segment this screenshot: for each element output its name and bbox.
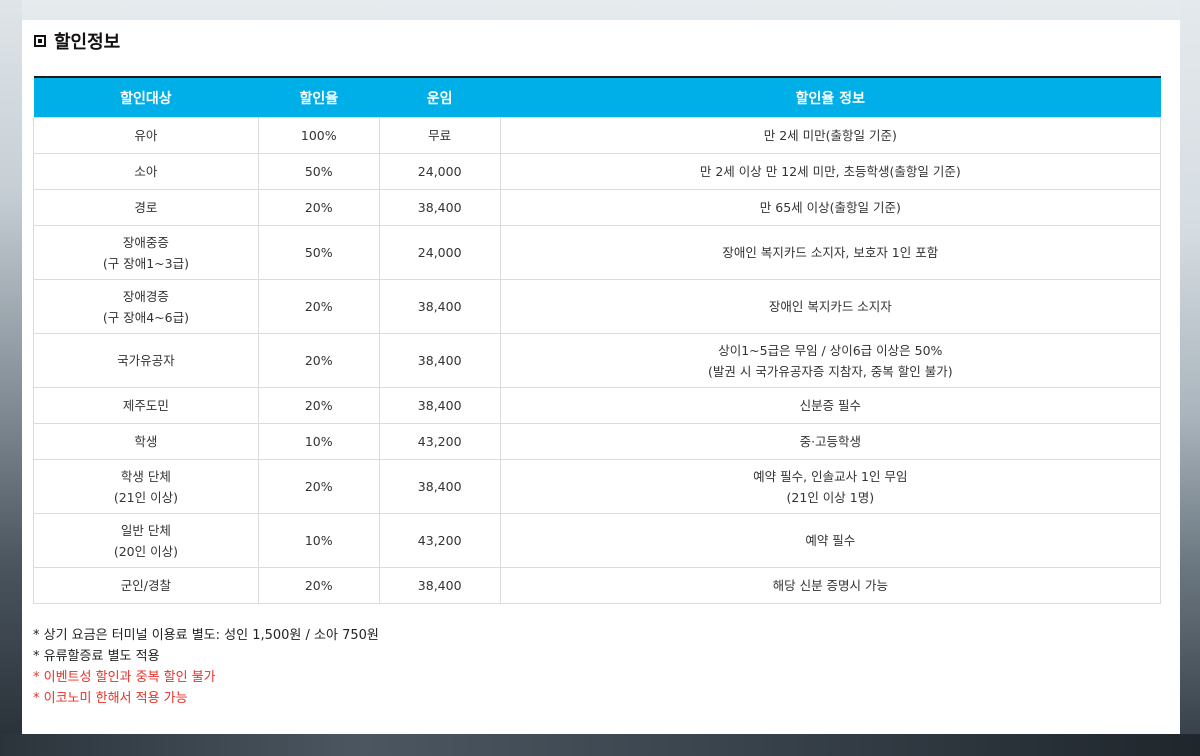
- table-row: 학생 단체 (21인 이상) 20% 38,400 예약 필수, 인솔교사 1인 …: [33, 459, 1162, 514]
- table-row: 제주도민 20% 38,400 신분증 필수: [33, 387, 1162, 424]
- header-fare: 운임: [426, 90, 453, 107]
- cell-fare: 38,400: [378, 333, 501, 388]
- background-photo-bottom: [0, 734, 1200, 756]
- header-rate: 할인율: [299, 90, 339, 107]
- cell-rate: 20%: [257, 567, 380, 604]
- cell-rate: 100%: [257, 117, 380, 154]
- cell-target: 장애경증 (구 장애4~6급): [33, 279, 259, 334]
- cell-rate: 50%: [257, 153, 380, 190]
- cell-fare: 24,000: [378, 153, 501, 190]
- footnote-economy-only: * 이코노미 한해서 적용 가능: [33, 691, 188, 706]
- cell-rate: 20%: [257, 279, 380, 334]
- cell-info: 상이1~5급은 무임 / 상이6급 이상은 50% (발권 시 국가유공자증 지참…: [499, 333, 1162, 388]
- cell-info: 만 65세 이상(출항일 기준): [499, 189, 1162, 226]
- cell-info: 만 2세 미만(출항일 기준): [499, 117, 1162, 154]
- table-row: 장애중증 (구 장애1~3급) 50% 24,000 장애인 복지카드 소지자, …: [33, 225, 1162, 280]
- cell-target: 학생 단체 (21인 이상): [33, 459, 259, 514]
- cell-target: 유아: [33, 117, 259, 154]
- cell-fare: 38,400: [378, 459, 501, 514]
- cell-info: 해당 신분 증명시 가능: [499, 567, 1162, 604]
- cell-target: 학생: [33, 423, 259, 460]
- cell-info: 장애인 복지카드 소지자, 보호자 1인 포함: [499, 225, 1162, 280]
- cell-fare: 38,400: [378, 189, 501, 226]
- cell-target: 일반 단체 (20인 이상): [33, 513, 259, 568]
- table-row: 경로 20% 38,400 만 65세 이상(출항일 기준): [33, 189, 1162, 226]
- section-heading: 할인정보: [34, 28, 120, 54]
- cell-info: 신분증 필수: [499, 387, 1162, 424]
- cell-rate: 20%: [257, 387, 380, 424]
- footnotes: * 상기 요금은 터미널 이용료 별도: 성인 1,500원 / 소아 750원…: [33, 625, 379, 709]
- footnote-terminal-fee: * 상기 요금은 터미널 이용료 별도: 성인 1,500원 / 소아 750원: [33, 628, 379, 643]
- background-photo-right: [1180, 0, 1200, 756]
- cell-fare: 38,400: [378, 567, 501, 604]
- header-target: 할인대상: [120, 90, 172, 107]
- cell-rate: 10%: [257, 423, 380, 460]
- discount-table: 할인대상 할인율 운임 할인율 정보 유아 100% 무료 만 2세 미만(출항…: [33, 76, 1162, 604]
- table-row: 군인/경찰 20% 38,400 해당 신분 증명시 가능: [33, 567, 1162, 604]
- cell-target: 국가유공자: [33, 333, 259, 388]
- table-row: 일반 단체 (20인 이상) 10% 43,200 예약 필수: [33, 513, 1162, 568]
- cell-info: 중·고등학생: [499, 423, 1162, 460]
- background-photo-left: [0, 0, 22, 756]
- cell-target: 군인/경찰: [33, 567, 259, 604]
- cell-fare: 43,200: [378, 513, 501, 568]
- cell-rate: 20%: [257, 333, 380, 388]
- footnote-no-duplicate-discount: * 이벤트성 할인과 중복 할인 불가: [33, 670, 216, 685]
- cell-rate: 20%: [257, 189, 380, 226]
- cell-target: 소아: [33, 153, 259, 190]
- table-row: 국가유공자 20% 38,400 상이1~5급은 무임 / 상이6급 이상은 5…: [33, 333, 1162, 388]
- footnote-fuel-surcharge: * 유류할증료 별도 적용: [33, 649, 160, 664]
- table-header-row: 할인대상 할인율 운임 할인율 정보: [33, 77, 1161, 118]
- cell-rate: 10%: [257, 513, 380, 568]
- cell-info: 장애인 복지카드 소지자: [499, 279, 1162, 334]
- discount-info-panel: 할인정보 할인대상 할인율 운임 할인율 정보 유아 100% 무료 만 2세 …: [22, 20, 1180, 734]
- table-row: 장애경증 (구 장애4~6급) 20% 38,400 장애인 복지카드 소지자: [33, 279, 1162, 334]
- cell-target: 제주도민: [33, 387, 259, 424]
- cell-target: 장애중증 (구 장애1~3급): [33, 225, 259, 280]
- cell-rate: 50%: [257, 225, 380, 280]
- cell-fare: 무료: [378, 117, 501, 154]
- cell-fare: 38,400: [378, 279, 501, 334]
- cell-info: 만 2세 이상 만 12세 미만, 초등학생(출항일 기준): [499, 153, 1162, 190]
- table-row: 학생 10% 43,200 중·고등학생: [33, 423, 1162, 460]
- section-title: 할인정보: [54, 32, 121, 53]
- square-bullet-icon: [34, 35, 46, 47]
- cell-info: 예약 필수: [499, 513, 1162, 568]
- table-row: 유아 100% 무료 만 2세 미만(출항일 기준): [33, 117, 1162, 154]
- cell-fare: 38,400: [378, 387, 501, 424]
- cell-rate: 20%: [257, 459, 380, 514]
- table-row: 소아 50% 24,000 만 2세 이상 만 12세 미만, 초등학생(출항일…: [33, 153, 1162, 190]
- cell-fare: 43,200: [378, 423, 501, 460]
- cell-info: 예약 필수, 인솔교사 1인 무임 (21인 이상 1명): [499, 459, 1162, 514]
- cell-target: 경로: [33, 189, 259, 226]
- cell-fare: 24,000: [378, 225, 501, 280]
- header-info: 할인율 정보: [795, 90, 865, 107]
